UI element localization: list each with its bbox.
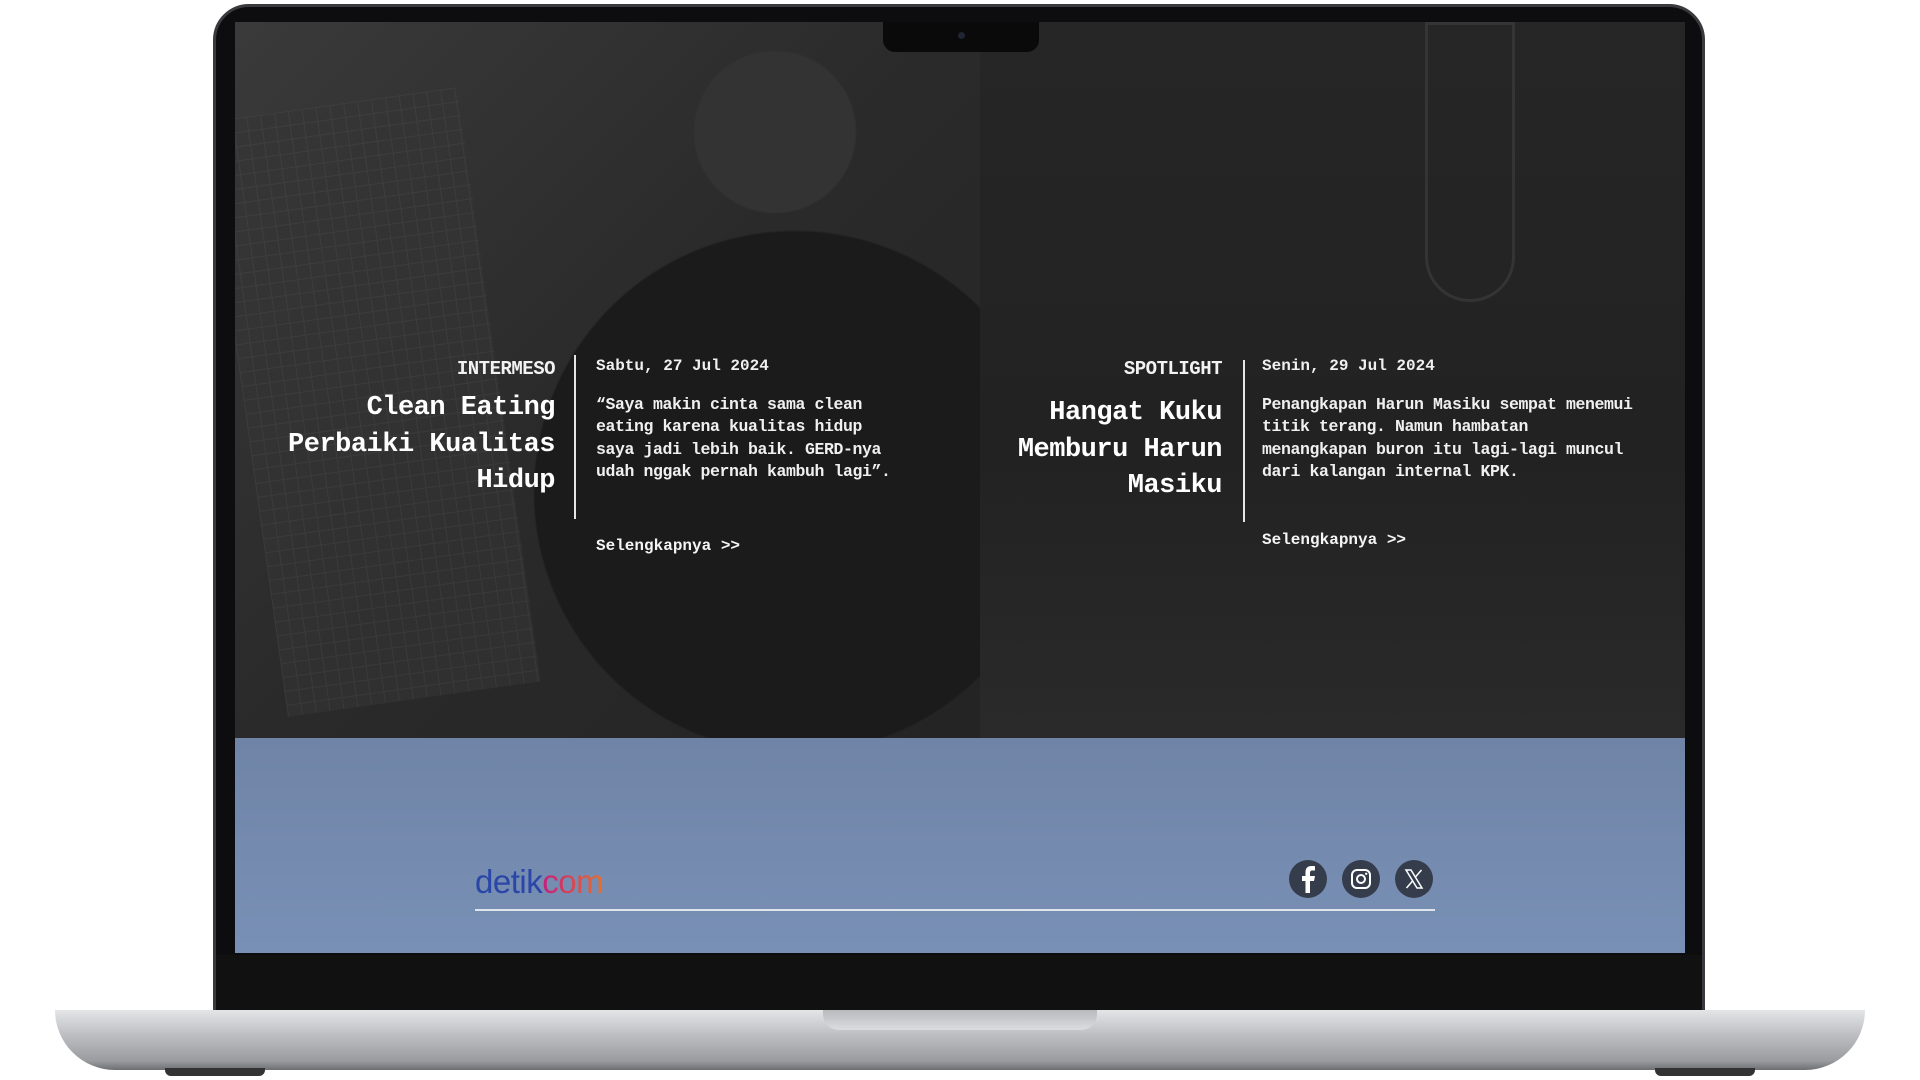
x-icon bbox=[1404, 869, 1424, 889]
x-button[interactable] bbox=[1395, 860, 1433, 898]
camera-notch bbox=[883, 22, 1039, 52]
logo-text: detik bbox=[475, 863, 543, 900]
laptop-foot bbox=[165, 1068, 265, 1076]
footer-divider bbox=[475, 909, 1435, 911]
screen-bottom-bezel bbox=[216, 955, 1702, 1013]
title-line: Hidup bbox=[476, 466, 555, 496]
read-more-link[interactable]: Selengkapnya >> bbox=[1262, 531, 1406, 549]
screen: INTERMESO Clean Eating Perbaiki Kualitas… bbox=[235, 22, 1685, 953]
title-line: Masiku bbox=[1127, 471, 1223, 501]
article-date: Sabtu, 27 Jul 2024 bbox=[596, 357, 769, 375]
article-panel-intermeso: INTERMESO Clean Eating Perbaiki Kualitas… bbox=[235, 22, 980, 738]
facebook-button[interactable] bbox=[1289, 860, 1327, 898]
laptop-foot bbox=[1655, 1068, 1755, 1076]
facebook-icon bbox=[1302, 866, 1315, 893]
detikcom-logo[interactable]: detikcom bbox=[475, 863, 604, 901]
article-title[interactable]: Hangat Kuku Memburu Harun Masiku bbox=[1017, 395, 1223, 505]
article-category: INTERMESO bbox=[456, 358, 556, 380]
camera-icon bbox=[958, 32, 965, 39]
title-line: Perbaiki Kualitas bbox=[288, 429, 555, 460]
article-category: SPOTLIGHT bbox=[1123, 358, 1223, 380]
article-excerpt: Penangkapan Harun Masiku sempat menemui … bbox=[1262, 395, 1633, 481]
read-more-link[interactable]: Selengkapnya >> bbox=[596, 537, 740, 555]
article-panel-spotlight: SPOTLIGHT Hangat Kuku Memburu Harun Masi… bbox=[980, 22, 1685, 738]
divider bbox=[574, 355, 576, 519]
footer: detikcom bbox=[235, 738, 1685, 953]
instagram-icon bbox=[1351, 869, 1371, 889]
article-date: Senin, 29 Jul 2024 bbox=[1262, 357, 1435, 375]
background-cartoon-image bbox=[1425, 22, 1515, 302]
logo-text: com bbox=[542, 863, 604, 900]
article-excerpt: “Saya makin cinta sama clean eating kare… bbox=[596, 395, 891, 481]
article-title[interactable]: Clean Eating Perbaiki Kualitas Hidup bbox=[288, 390, 555, 500]
divider bbox=[1243, 360, 1245, 522]
title-line: Memburu Harun bbox=[1017, 434, 1223, 465]
instagram-button[interactable] bbox=[1342, 860, 1380, 898]
title-line: Clean Eating bbox=[366, 393, 556, 423]
lid-opening-groove bbox=[823, 1010, 1097, 1030]
title-line: Hangat Kuku bbox=[1049, 398, 1222, 428]
